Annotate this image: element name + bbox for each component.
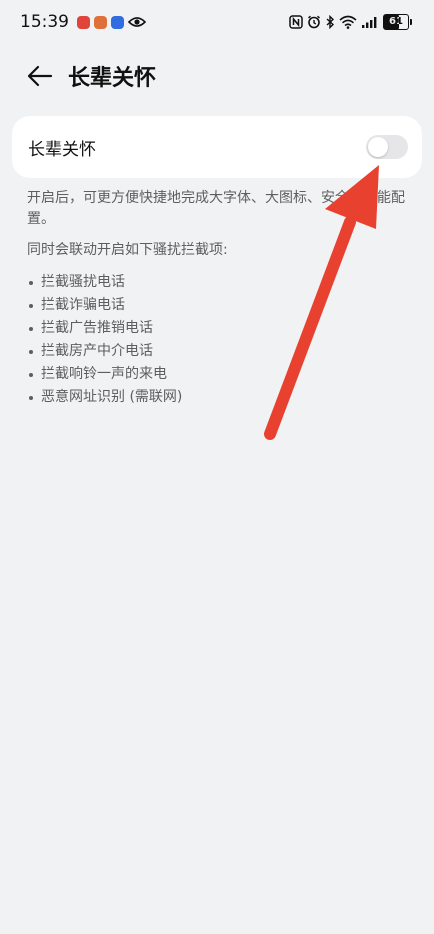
eye-icon [128, 17, 146, 27]
list-item: 拦截广告推销电话 [27, 317, 415, 340]
description-intro: 开启后，可更方便快捷地完成大字体、大图标、安全等功能配置。 [27, 190, 405, 227]
app-red-icon [77, 15, 90, 29]
list-item-text: 拦截骚扰电话 [41, 274, 125, 290]
description-linked-features: 同时会联动开启如下骚扰拦截项: [27, 242, 228, 258]
list-item-text: 拦截广告推销电话 [41, 320, 153, 336]
list-item: 拦截骚扰电话 [27, 271, 415, 294]
page-title: 长辈关怀 [68, 66, 157, 91]
app-blue-icon [111, 15, 124, 29]
wifi-icon [339, 15, 357, 29]
alarm-icon [307, 15, 321, 29]
bullet-dot [29, 395, 33, 400]
list-item: 拦截响铃一声的来电 [27, 363, 415, 386]
header: 长辈关怀 [0, 52, 434, 100]
status-bar: 15:39 61 [0, 0, 434, 44]
toggle-knob [368, 137, 388, 157]
battery-tip [410, 19, 412, 25]
bullet-dot [29, 326, 33, 331]
list-item-text: 拦截响铃一声的来电 [41, 366, 167, 382]
battery-level: 61 [389, 16, 403, 27]
list-item: 拦截房产中介电话 [27, 340, 415, 363]
signal-icon [362, 17, 377, 28]
bullet-dot [29, 372, 33, 377]
status-right: 61 [289, 14, 412, 30]
bullet-dot [29, 280, 33, 285]
bluetooth-icon [326, 15, 335, 29]
nfc-icon [289, 15, 303, 29]
bullet-dot [29, 303, 33, 308]
bullet-dot [29, 349, 33, 354]
battery-icon: 61 [383, 14, 412, 30]
list-item-text: 拦截房产中介电话 [41, 343, 153, 359]
elder-care-toggle[interactable] [366, 135, 408, 159]
status-left: 15:39 [20, 12, 146, 32]
elder-care-setting-card[interactable]: 长辈关怀 [12, 116, 422, 178]
list-item: 拦截诈骗电话 [27, 294, 415, 317]
list-item-text: 拦截诈骗电话 [41, 297, 125, 313]
list-item-text: 恶意网址识别 (需联网) [41, 389, 183, 405]
description-block: 开启后，可更方便快捷地完成大字体、大图标、安全等功能配置。 同时会联动开启如下骚… [27, 188, 415, 409]
status-time: 15:39 [20, 12, 69, 32]
back-button[interactable] [20, 56, 60, 96]
list-item: 恶意网址识别 (需联网) [27, 386, 415, 409]
elder-care-label: 长辈关怀 [28, 139, 96, 160]
app-orange-icon [94, 15, 107, 29]
interception-list: 拦截骚扰电话 拦截诈骗电话 拦截广告推销电话 拦截房产中介电话 拦截响铃一声的来… [27, 271, 415, 409]
battery-body: 61 [383, 14, 409, 30]
arrow-left-icon [27, 65, 53, 87]
